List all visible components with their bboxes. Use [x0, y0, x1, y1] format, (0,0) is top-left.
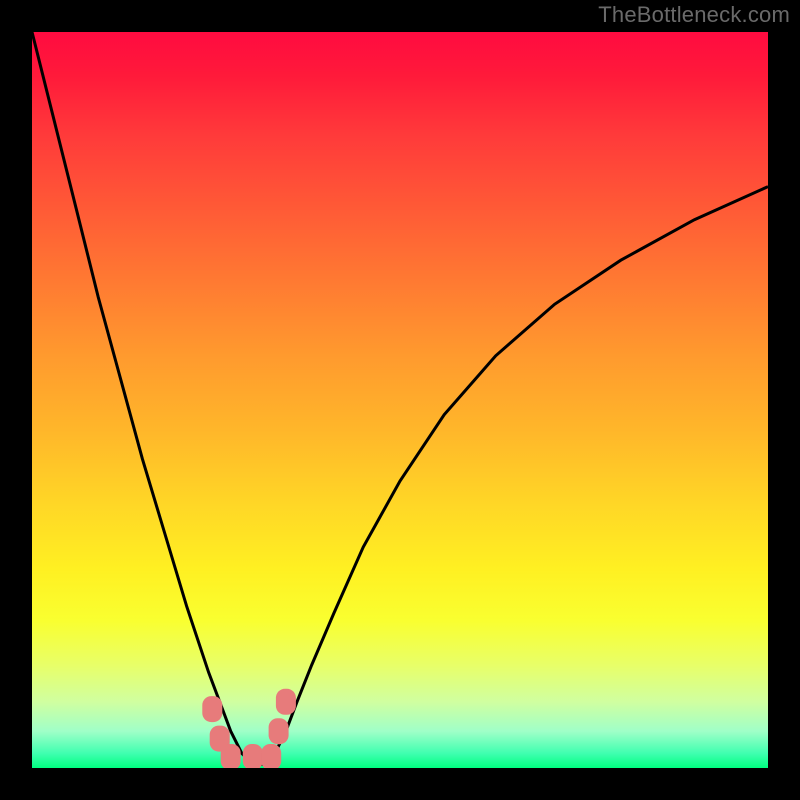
curve-marker [269, 718, 289, 744]
watermark-text: TheBottleneck.com [598, 2, 790, 28]
curve-marker [261, 744, 281, 768]
bottleneck-curve-svg [32, 32, 768, 768]
curve-marker [276, 689, 296, 715]
chart-plot-area [32, 32, 768, 768]
curve-markers [202, 689, 296, 768]
curve-marker [243, 744, 263, 768]
bottleneck-curve-path [32, 32, 768, 764]
curve-marker [202, 696, 222, 722]
chart-frame: TheBottleneck.com [0, 0, 800, 800]
curve-marker [221, 744, 241, 768]
